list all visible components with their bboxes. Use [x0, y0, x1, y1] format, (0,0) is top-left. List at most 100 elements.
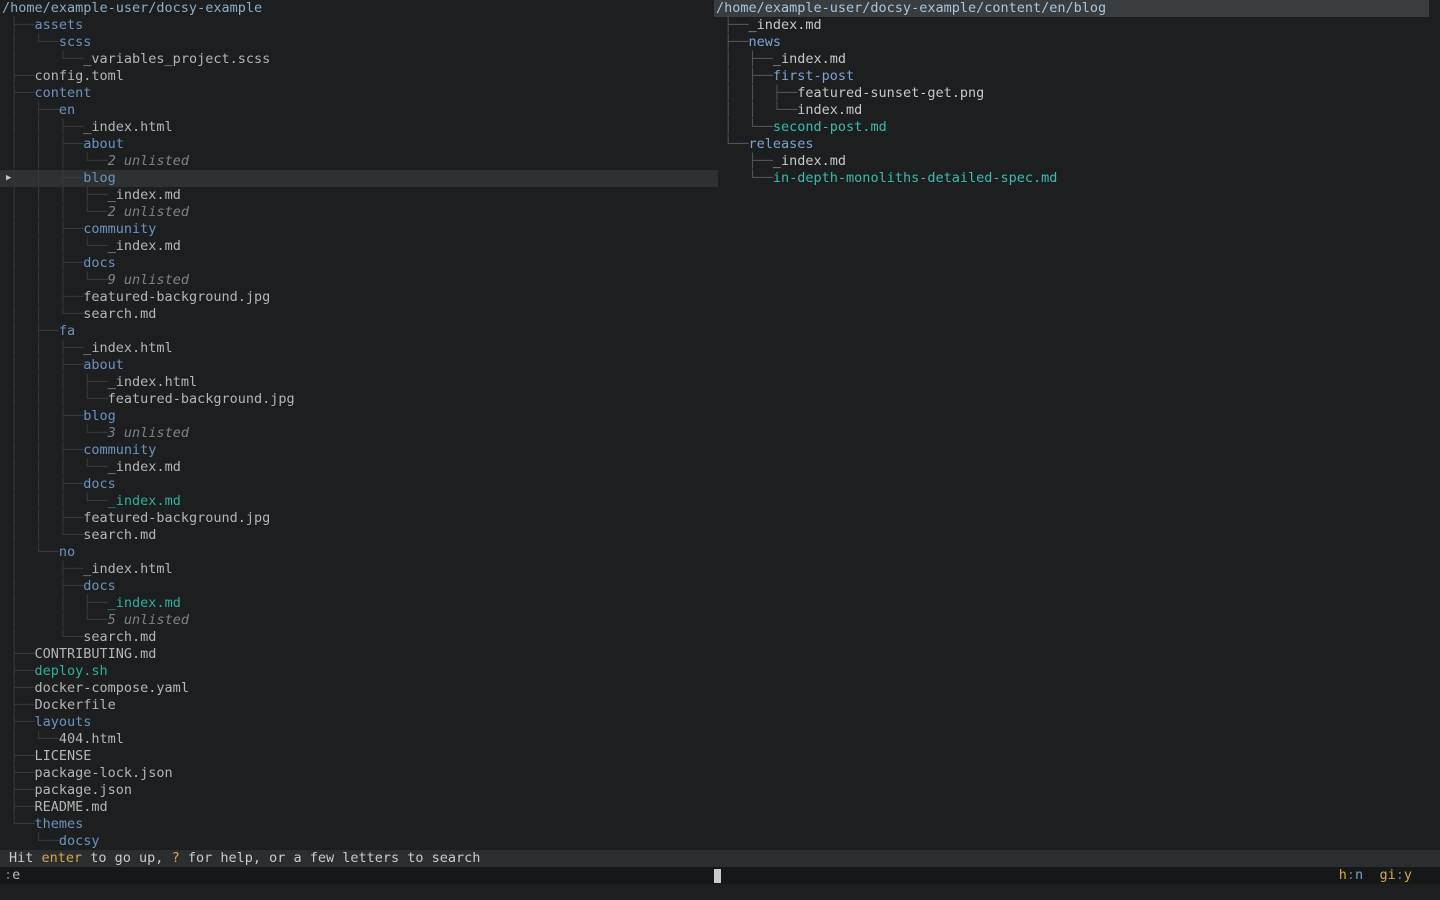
tree-row[interactable]: │ │ │ └──3 unlisted [0, 425, 718, 442]
tree-row[interactable]: ├──assets [0, 17, 718, 34]
tree-row[interactable]: │ │ │ ├──_index.html [0, 374, 718, 391]
tree-branch-lines: │ ├── [2, 578, 83, 594]
tree-row[interactable]: ├──content [0, 85, 718, 102]
tree-row[interactable]: └──releases [714, 136, 1440, 153]
tree-row[interactable]: │ └──no [0, 544, 718, 561]
tree-row[interactable]: │ │ ├──docs [0, 255, 718, 272]
input-prompt: : [4, 867, 12, 883]
tree-row[interactable]: │ │ ├──docs [0, 476, 718, 493]
file-name: deploy.sh [35, 663, 108, 679]
tree-row[interactable]: │ │ ├──featured-sunset-get.png [714, 85, 1440, 102]
tree-row[interactable]: │ └──second-post.md [714, 119, 1440, 136]
tree-row[interactable]: ├──_index.md [714, 17, 1440, 34]
tree-row[interactable]: │ │ │ └──_index.md [0, 493, 718, 510]
tree-branch-lines: │ │ ├── [2, 408, 83, 424]
tree-row[interactable]: │ ├──docs [0, 578, 718, 595]
tree-row[interactable]: │ │ │ └──_index.md [0, 238, 718, 255]
tree-row[interactable]: │ ├──first-post [714, 68, 1440, 85]
tree-row[interactable]: ├──CONTRIBUTING.md [0, 646, 718, 663]
tree-row[interactable]: │ └──404.html [0, 731, 718, 748]
tree-row[interactable]: │ │ ├──_index.html [0, 119, 718, 136]
tree-row[interactable]: │ │ └──5 unlisted [0, 612, 718, 629]
file-name: search.md [83, 527, 156, 543]
tree-row[interactable]: │ │ └──index.md [714, 102, 1440, 119]
tree-row[interactable]: ├──_index.md [714, 153, 1440, 170]
left-panel-path[interactable]: /home/example-user/docsy-example [0, 0, 718, 17]
right-panel-path[interactable]: /home/example-user/docsy-example/content… [714, 0, 1429, 17]
file-name: CONTRIBUTING.md [35, 646, 157, 662]
tree-row[interactable]: │ │ │ └──2 unlisted [0, 153, 718, 170]
tree-row[interactable]: │ └──search.md [0, 629, 718, 646]
tree-row[interactable]: │ │ ├──featured-background.jpg [0, 510, 718, 527]
file-name: _index.md [773, 153, 846, 169]
dir-name: docs [83, 476, 116, 492]
dir-name: docs [83, 578, 116, 594]
tree-row[interactable]: │ │ │ └──2 unlisted [0, 204, 718, 221]
tree-row[interactable]: ├──package-lock.json [0, 765, 718, 782]
file-name: search.md [83, 306, 156, 322]
tree-row[interactable]: │ │ ├──featured-background.jpg [0, 289, 718, 306]
tree-row[interactable]: └──in-depth-monoliths-detailed-spec.md [714, 170, 1440, 187]
tree-branch-lines: │ │ ├── [2, 170, 83, 186]
tree-branch-lines: │ │ ├── [2, 340, 83, 356]
tree-row[interactable]: │ ├──fa [0, 323, 718, 340]
tree-branch-lines: ├── [2, 782, 35, 798]
file-name: second-post.md [773, 119, 887, 135]
tree-branch-lines: ├── [716, 153, 773, 169]
input-cursor[interactable] [714, 869, 721, 883]
tree-row[interactable]: └──themes [0, 816, 718, 833]
tree-branch-lines: ├── [2, 765, 35, 781]
tree-row[interactable]: │ │ ├──community [0, 442, 718, 459]
input-value: e [12, 867, 20, 883]
tree-row[interactable]: │ │ ├──_index.md [0, 595, 718, 612]
tree-row[interactable]: ├──Dockerfile [0, 697, 718, 714]
tree-branch-lines: │ │ │ ├── [2, 374, 108, 390]
dir-name: about [83, 357, 124, 373]
file-name: _index.md [108, 595, 181, 611]
dir-name: community [83, 221, 156, 237]
status-text: for help, or a few letters to search [180, 850, 481, 866]
tree-row[interactable]: │ │ │ ├──_index.md [0, 187, 718, 204]
broot-terminal: /home/example-user/docsy-example ├──asse… [0, 0, 1440, 900]
tree-row[interactable]: ├──package.json [0, 782, 718, 799]
tree-row[interactable]: ▶ │ │ ├──blog [0, 170, 718, 187]
tree-branch-lines: ├── [2, 714, 35, 730]
unlisted-count: 2 unlisted [108, 153, 189, 169]
dir-name: content [35, 85, 92, 101]
tree-branch-lines: │ └── [716, 119, 773, 135]
tree-row[interactable]: │ └──_variables_project.scss [0, 51, 718, 68]
tree-row[interactable]: ├──deploy.sh [0, 663, 718, 680]
tree-row[interactable]: │ │ ├──community [0, 221, 718, 238]
panel-tree-left: /home/example-user/docsy-example ├──asse… [0, 0, 718, 850]
tree-row[interactable]: ├──config.toml [0, 68, 718, 85]
tree-row[interactable]: │ │ ├──blog [0, 408, 718, 425]
tree-row[interactable]: │ └──scss [0, 34, 718, 51]
file-name: _index.html [83, 119, 172, 135]
file-name: index.md [797, 102, 862, 118]
tree-row[interactable]: │ │ ├──about [0, 357, 718, 374]
tree-row[interactable]: ├──LICENSE [0, 748, 718, 765]
tree-row[interactable]: │ │ │ └──9 unlisted [0, 272, 718, 289]
tree-branch-lines: │ │ │ └── [2, 272, 108, 288]
tree-row[interactable]: │ │ └──search.md [0, 306, 718, 323]
tree-branch-lines: ├── [716, 17, 749, 33]
tree-row[interactable]: │ │ ├──_index.html [0, 340, 718, 357]
tree-branch-lines: │ ├── [716, 51, 773, 67]
tree-branch-lines: │ │ ├── [2, 255, 83, 271]
tree-row[interactable]: ├──news [714, 34, 1440, 51]
tree-branch-lines: │ └── [2, 629, 83, 645]
tree-row[interactable]: │ │ │ └──featured-background.jpg [0, 391, 718, 408]
tree-row[interactable]: │ │ └──search.md [0, 527, 718, 544]
mode-flags: h:n gi:y [1339, 867, 1412, 884]
command-input-left[interactable]: :e [4, 867, 20, 884]
tree-row[interactable]: └──docsy [0, 833, 718, 850]
tree-row[interactable]: │ ├──_index.md [714, 51, 1440, 68]
tree-row[interactable]: │ │ ├──about [0, 136, 718, 153]
tree-row[interactable]: │ ├──en [0, 102, 718, 119]
dir-name: blog [83, 408, 116, 424]
tree-row[interactable]: │ │ │ └──_index.md [0, 459, 718, 476]
tree-row[interactable]: ├──docker-compose.yaml [0, 680, 718, 697]
tree-row[interactable]: │ ├──_index.html [0, 561, 718, 578]
tree-row[interactable]: ├──README.md [0, 799, 718, 816]
tree-row[interactable]: ├──layouts [0, 714, 718, 731]
